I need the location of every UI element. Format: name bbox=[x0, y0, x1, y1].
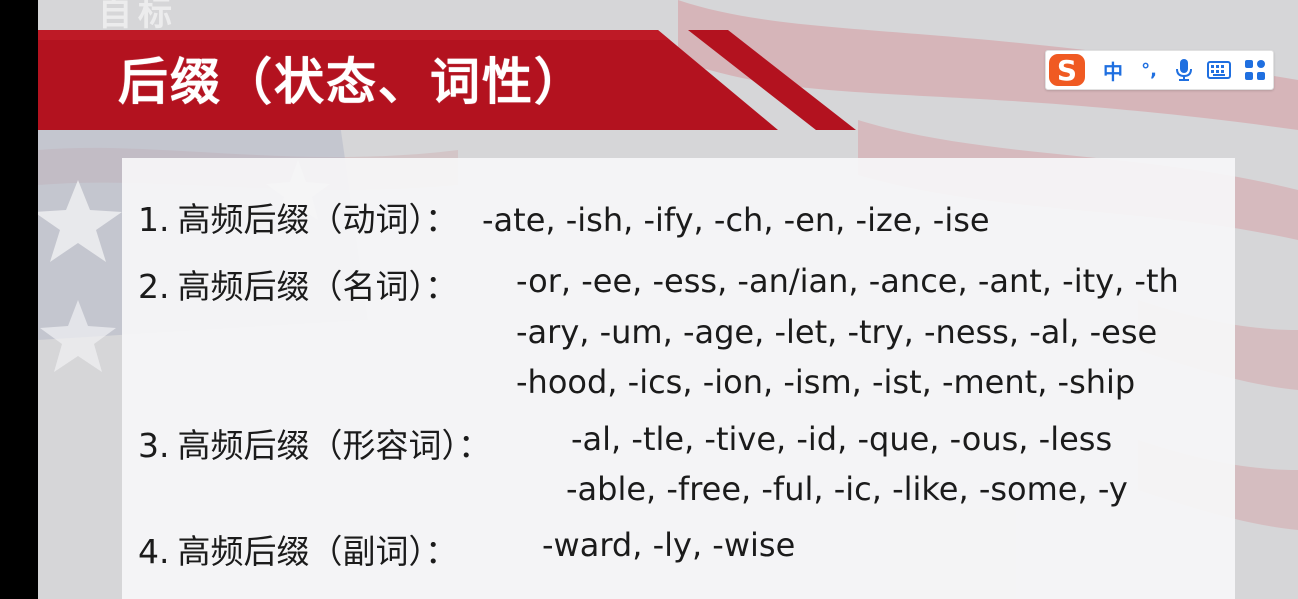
microphone-icon[interactable] bbox=[1167, 51, 1201, 89]
rule-label: 高频后缀（副词）： bbox=[177, 532, 459, 571]
left-black-bar bbox=[0, 0, 38, 599]
apps-grid-icon[interactable] bbox=[1237, 51, 1273, 89]
sogou-s-icon[interactable]: S bbox=[1047, 51, 1087, 89]
rule-label: 高频后缀（名词）： bbox=[177, 267, 459, 306]
rule-number: 2. bbox=[138, 267, 170, 306]
slide-title: 后缀（状态、词性） bbox=[118, 53, 586, 111]
svg-text:S: S bbox=[1057, 54, 1077, 87]
rule-number: 4. bbox=[138, 532, 170, 571]
ime-toolbar[interactable]: S 中 °, bbox=[1045, 50, 1274, 90]
rule-label: 高频后缀（动词）： bbox=[177, 200, 459, 239]
suffix-line: -al, -tle, -tive, -id, -que, -ous, -less bbox=[571, 420, 1113, 458]
suffix-line: -or, -ee, -ess, -an/ian, -ance, -ant, -i… bbox=[516, 262, 1179, 300]
keyboard-icon[interactable] bbox=[1201, 51, 1237, 89]
rule-adverb: 4. 高频后缀（副词）： bbox=[138, 525, 482, 573]
rule-adjective: 3. 高频后缀（形容词）： bbox=[138, 419, 515, 467]
rule-number: 3. bbox=[138, 426, 170, 465]
suffix-line: -ate, -ish, -ify, -ch, -en, -ize, -ise bbox=[482, 201, 990, 239]
ime-mode-toggle[interactable]: 中 bbox=[1095, 51, 1131, 89]
rule-number: 1. bbox=[138, 200, 170, 239]
rule-noun: 2. 高频后缀（名词）： bbox=[138, 260, 482, 308]
suffix-line: -hood, -ics, -ion, -ism, -ist, -ment, -s… bbox=[516, 363, 1136, 401]
rule-verb: 1. 高频后缀（动词）： -ate, -ish, -ify, -ch, -en,… bbox=[138, 193, 990, 241]
suffix-line: -ary, -um, -age, -let, -try, -ness, -al,… bbox=[516, 313, 1158, 351]
suffix-line: -able, -free, -ful, -ic, -like, -some, -… bbox=[566, 470, 1128, 508]
ime-punctuation-toggle[interactable]: °, bbox=[1131, 51, 1167, 89]
suffix-line: -ward, -ly, -wise bbox=[542, 526, 796, 564]
rule-label: 高频后缀（形容词）： bbox=[177, 426, 492, 465]
